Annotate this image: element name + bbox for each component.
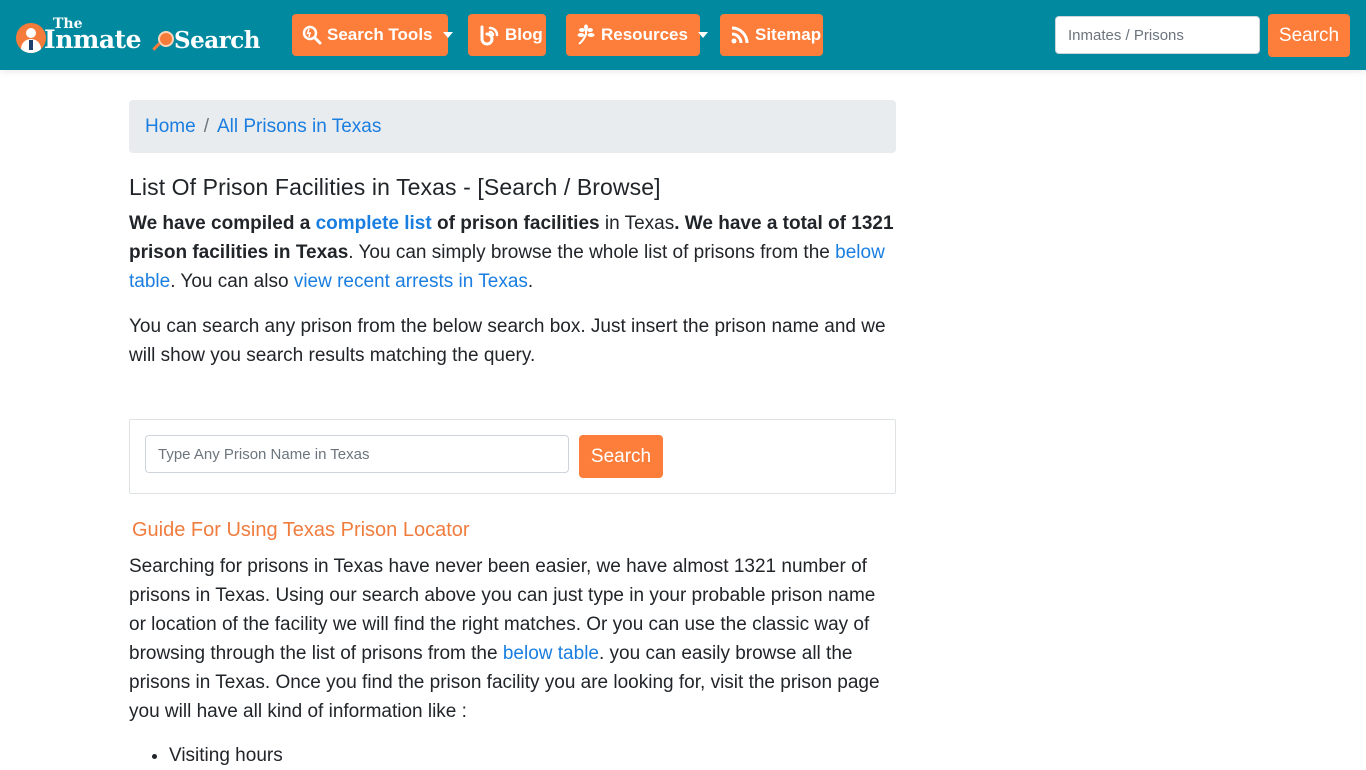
top-search-button[interactable]: Search [1268, 14, 1350, 57]
intro-paragraph: We have compiled a complete list of pris… [129, 209, 896, 296]
rss-icon [730, 24, 750, 46]
prison-search-card: Search [129, 419, 896, 494]
guide-paragraph: Searching for prisons in Texas have neve… [129, 552, 896, 726]
nav-search-tools-button[interactable]: Search Tools [292, 14, 453, 56]
intro-text-1: We have compiled a [129, 213, 316, 234]
breadcrumb: Home / All Prisons in Texas [129, 100, 896, 153]
prison-search-button[interactable]: Search [579, 435, 663, 478]
intro-text-6: . You can also [170, 271, 294, 292]
logo-text-inmate: Inmate [44, 25, 141, 54]
blog-icon [478, 24, 500, 46]
intro-text-7: . [527, 271, 534, 292]
guide-heading: Guide For Using Texas Prison Locator [132, 519, 470, 541]
nav-resources-label: Resources [601, 25, 688, 44]
nav-blog-label: Blog [505, 25, 543, 44]
logo-text-search: Search [174, 27, 261, 54]
guide-below-table-link[interactable]: below table [503, 643, 599, 664]
inmate-prison-search-input[interactable] [1055, 16, 1260, 54]
prison-name-search-input[interactable] [145, 435, 569, 473]
magnifier-handle [152, 42, 161, 51]
leaf-icon [576, 24, 596, 46]
inmate-avatar-icon [16, 23, 46, 53]
list-item: Visiting hours [169, 741, 896, 770]
search-hint-paragraph: You can search any prison from the below… [129, 316, 886, 366]
nav-resources-button[interactable]: Resources [566, 14, 708, 56]
info-list: Visiting hours [169, 741, 896, 770]
breadcrumb-current-link[interactable]: All Prisons in Texas [217, 116, 381, 138]
site-logo[interactable]: The Inmate Search [16, 16, 268, 57]
nav-blog-button[interactable]: Blog [468, 14, 546, 56]
page-title: List Of Prison Facilities in Texas - [Se… [129, 174, 661, 200]
nav-sitemap-label: Sitemap [755, 25, 822, 44]
nav-search-tools-label: Search Tools [327, 25, 433, 44]
recent-arrests-link[interactable]: view recent arrests in Texas [294, 271, 528, 292]
chevron-down-icon [442, 32, 453, 38]
intro-text-3: in Texas [599, 213, 675, 234]
breadcrumb-separator: / [203, 115, 209, 137]
intro-text-5: . You can simply browse the whole list o… [348, 242, 836, 263]
search-tools-icon [302, 24, 322, 46]
complete-list-link[interactable]: complete list [316, 213, 432, 234]
intro-text-2: of prison facilities [431, 213, 600, 234]
nav-sitemap-button[interactable]: Sitemap [720, 14, 823, 56]
main-content: Home / All Prisons in Texas List Of Pris… [129, 100, 896, 770]
chevron-down-icon [697, 32, 708, 38]
breadcrumb-home-link[interactable]: Home [145, 116, 196, 138]
top-navbar: The Inmate Search Search Tools Blog Reso… [0, 0, 1366, 70]
